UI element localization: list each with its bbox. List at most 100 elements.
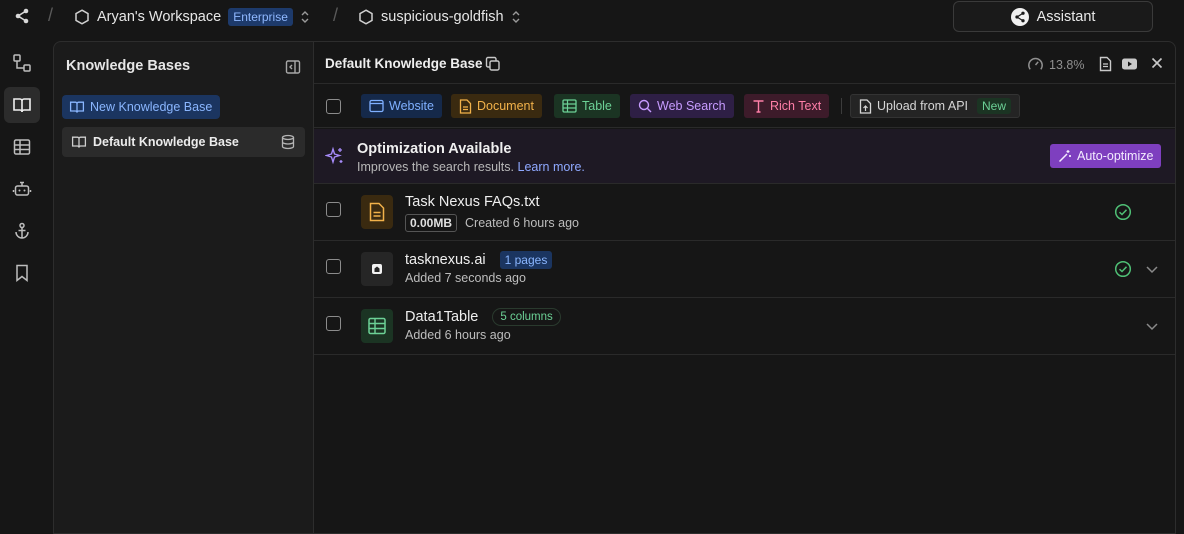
add-rich-text-button[interactable]: Rich Text [744, 94, 830, 118]
upload-from-api-label: Upload from API [877, 99, 969, 113]
new-knowledge-base-button[interactable]: New Knowledge Base [62, 95, 221, 119]
table-icon [13, 139, 31, 155]
table-icon [562, 99, 577, 113]
detail-title: Default Knowledge Base [325, 56, 483, 71]
close-icon[interactable] [1150, 56, 1164, 70]
source-toolbar: Website Document Table Web Search Rich T… [314, 84, 1175, 128]
bookmark-icon [16, 264, 28, 283]
workspace-name: Aryan's Workspace [97, 8, 222, 25]
toolbar-divider [841, 98, 842, 114]
detail-header: Default Knowledge Base 13.8% [314, 42, 1175, 84]
document-icon[interactable] [1098, 56, 1113, 72]
row-checkbox[interactable] [326, 316, 341, 331]
rail-knowledge-button[interactable] [4, 87, 40, 123]
add-web-search-button[interactable]: Web Search [630, 94, 734, 118]
book-open-icon [69, 101, 85, 113]
optimization-banner: Optimization Available Improves the sear… [314, 129, 1175, 184]
columns-badge: 5 columns [492, 308, 561, 326]
new-knowledge-base-label: New Knowledge Base [90, 100, 213, 114]
source-timestamp: Added 6 hours ago [405, 328, 511, 342]
source-timestamp: Added 7 seconds ago [405, 271, 526, 285]
workspace-switcher[interactable]: Aryan's Workspace Enterprise [74, 0, 310, 33]
book-open-icon [13, 98, 31, 113]
project-name: suspicious-goldfish [381, 8, 504, 25]
chevron-down-icon[interactable] [1145, 263, 1159, 275]
website-label: Website [389, 99, 434, 113]
rail-deploy-button[interactable] [4, 213, 40, 249]
check-circle-icon [1114, 260, 1132, 278]
collapse-sidebar-icon[interactable] [285, 59, 301, 75]
bot-icon [12, 181, 32, 196]
breadcrumb-separator: / [48, 5, 54, 25]
knowledge-base-item[interactable]: Default Knowledge Base [62, 127, 305, 157]
text-file-icon [361, 195, 393, 229]
usage-indicator: 13.8% [1027, 56, 1084, 73]
source-title: Data1Table [405, 309, 479, 325]
copy-icon[interactable] [485, 56, 501, 72]
add-document-button[interactable]: Document [451, 94, 542, 118]
project-hexagon-icon [359, 8, 373, 25]
source-row[interactable]: Data1Table 5 columns Added 6 hours ago [314, 298, 1175, 355]
rail-tables-button[interactable] [4, 129, 40, 165]
workspace-hexagon-icon [75, 8, 89, 25]
optimization-text: Improves the search results. [357, 160, 515, 174]
top-bar: / Aryan's Workspace Enterprise / suspici… [0, 0, 1184, 33]
upload-file-icon [859, 98, 872, 114]
pages-badge: 1 pages [499, 251, 553, 269]
rich-text-label: Rich Text [770, 99, 822, 113]
assistant-share-icon [1010, 7, 1029, 26]
add-table-button[interactable]: Table [554, 94, 620, 118]
project-switcher[interactable]: suspicious-goldfish [358, 0, 521, 33]
add-website-button[interactable]: Website [361, 94, 442, 118]
source-meta: 0.00MB Created 6 hours ago [405, 214, 579, 232]
row-checkbox[interactable] [326, 202, 341, 217]
video-icon[interactable] [1121, 56, 1138, 72]
rail-flow-button[interactable] [4, 45, 40, 81]
knowledge-base-detail: Default Knowledge Base 13.8% Website Doc… [313, 41, 1176, 534]
learn-more-link[interactable]: Learn more. [518, 160, 585, 174]
auto-optimize-label: Auto-optimize [1077, 149, 1154, 163]
rail-bookmarks-button[interactable] [4, 255, 40, 291]
chevron-up-down-icon [301, 10, 309, 23]
source-row[interactable]: tasknexus.ai 1 pages Added 7 seconds ago [314, 241, 1175, 298]
book-open-icon [71, 136, 87, 148]
document-label: Document [477, 99, 534, 113]
optimization-title: Optimization Available [357, 141, 512, 157]
plan-badge: Enterprise [228, 7, 293, 26]
assistant-button[interactable]: Assistant [953, 1, 1153, 32]
source-name: Task Nexus FAQs.txt [405, 194, 540, 210]
source-title: Task Nexus FAQs.txt [405, 194, 540, 210]
source-row[interactable]: Task Nexus FAQs.txt 0.00MB Created 6 hou… [314, 184, 1175, 241]
database-icon[interactable] [280, 134, 296, 150]
file-size-badge: 0.00MB [405, 214, 458, 232]
source-meta: Added 6 hours ago [405, 328, 511, 342]
website-favicon-icon [361, 252, 393, 286]
anchor-icon [15, 222, 29, 239]
source-title: tasknexus.ai [405, 252, 486, 268]
source-timestamp: Created 6 hours ago [465, 216, 579, 230]
assistant-label: Assistant [1036, 8, 1096, 25]
select-all-checkbox[interactable] [326, 99, 341, 114]
chevron-up-down-icon [512, 10, 520, 23]
table-label: Table [582, 99, 612, 113]
text-icon [753, 100, 764, 113]
panel-title: Knowledge Bases [66, 58, 191, 74]
auto-optimize-button[interactable]: Auto-optimize [1050, 144, 1162, 168]
usage-value: 13.8% [1049, 57, 1085, 72]
row-checkbox[interactable] [326, 259, 341, 274]
knowledge-bases-panel: Knowledge Bases New Knowledge Base Defau… [53, 41, 313, 534]
upload-from-api-button[interactable]: Upload from API New [850, 94, 1021, 118]
magic-wand-icon [1058, 150, 1071, 163]
check-circle-icon [1114, 203, 1132, 221]
breadcrumb-separator: / [333, 5, 339, 25]
table-file-icon [361, 309, 393, 343]
optimization-description: Improves the search results. Learn more. [357, 160, 585, 174]
search-icon [638, 99, 652, 113]
source-name: tasknexus.ai 1 pages [405, 251, 553, 269]
file-icon [459, 98, 472, 114]
source-name: Data1Table 5 columns [405, 308, 561, 326]
gauge-icon [1028, 57, 1043, 70]
share-logo-icon[interactable] [14, 8, 30, 24]
chevron-down-icon[interactable] [1145, 320, 1159, 332]
rail-agents-button[interactable] [4, 171, 40, 207]
